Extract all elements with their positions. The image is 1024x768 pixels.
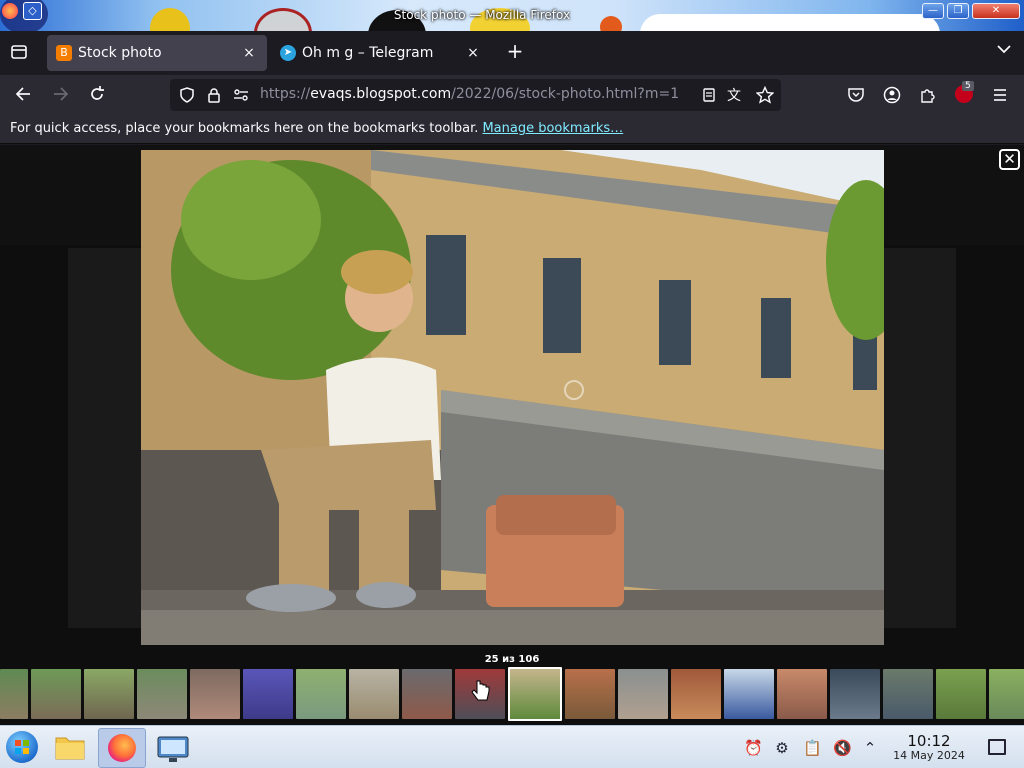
back-button[interactable] [12,85,34,105]
monitor-icon [157,736,189,762]
stock-photo-boy-on-bench [141,150,884,645]
network-icon[interactable]: ⚙ [773,739,791,757]
reader-view-icon[interactable] [701,87,717,103]
translate-icon[interactable]: 文 [727,85,741,105]
url-path: /2022/06/stock-photo.html?m=1 [451,86,680,102]
firefox-view-icon [11,45,27,59]
pocket-icon[interactable] [847,86,865,104]
reload-icon [91,86,104,100]
hamburger-menu-icon[interactable] [991,86,1009,104]
thumbnail[interactable] [830,669,880,719]
thumbnail[interactable] [671,669,721,719]
thumbnail[interactable] [296,669,346,719]
desktop-screen: ◇ Stock photo — Mozilla Firefox — ❐ ✕ B … [0,0,1024,768]
image-counter: 25 из 106 [484,654,540,665]
bookmark-star-icon[interactable] [756,86,774,104]
url-text[interactable]: https://evaqs.blogspot.com/2022/06/stock… [260,86,680,102]
close-tab-button[interactable]: × [239,43,259,63]
maximize-button[interactable]: ❐ [947,3,969,19]
page-content: ✕ 25 из 106 [0,145,1024,725]
close-tab-button[interactable]: × [463,43,483,63]
firefox-taskbar-button[interactable] [98,728,146,768]
navigation-toolbar: https://evaqs.blogspot.com/2022/06/stock… [0,75,1024,115]
thumbnail[interactable] [0,669,28,719]
thumbnail[interactable] [31,669,81,719]
volume-muted-icon[interactable]: 🔇 [833,739,852,757]
tab-telegram[interactable]: ➤ Oh m g – Telegram × [271,35,491,71]
extensions-puzzle-icon[interactable] [919,86,937,104]
extension-badge: 5 [962,81,974,91]
thumbnail[interactable] [618,669,668,719]
minimize-button[interactable]: — [922,3,944,19]
new-tab-button[interactable]: + [504,39,526,63]
url-bar[interactable]: https://evaqs.blogspot.com/2022/06/stock… [170,79,781,111]
clock-date[interactable]: 14 May 2024 [886,749,972,762]
thumbnail[interactable] [190,669,240,719]
thumbnail[interactable] [936,669,986,719]
bookmarks-hint: For quick access, place your bookmarks h… [10,121,623,136]
alarm-icon[interactable]: ⏰ [744,739,763,757]
tab-stock-photo[interactable]: B Stock photo × [47,35,267,71]
firefox-icon [108,734,136,762]
window-title: Stock photo — Mozilla Firefox [393,8,571,22]
forward-arrow-icon [54,87,69,101]
tracking-protection-shield-icon[interactable] [179,87,195,103]
thumbnail[interactable] [349,669,399,719]
clipboard-icon[interactable]: 📋 [803,739,822,757]
back-arrow-icon [15,87,30,101]
hand-cursor-icon [471,680,490,701]
thumbnail[interactable] [402,669,452,719]
thumbnail[interactable] [565,669,615,719]
lock-icon[interactable] [206,87,222,103]
thumbnail[interactable] [84,669,134,719]
lightbox-photo[interactable] [141,150,884,645]
clock-time[interactable]: 10:12 [890,732,968,750]
tab-strip: B Stock photo × ➤ Oh m g – Telegram × + [0,31,1024,75]
tab-label: Oh m g – Telegram [302,45,434,61]
remote-desktop-taskbar-button[interactable] [150,728,196,768]
tab-label: Stock photo [78,45,162,61]
url-host: evaqs.blogspot.com [310,86,452,102]
url-prefix: https:// [260,86,311,102]
telegram-icon: ➤ [280,45,296,61]
bookmarks-toolbar: For quick access, place your bookmarks h… [0,115,1024,144]
bookmarks-hint-text: For quick access, place your bookmarks h… [10,121,479,136]
chevron-down-icon [997,45,1011,54]
file-manager-taskbar-button[interactable] [47,728,93,768]
account-icon[interactable] [883,86,901,104]
list-all-tabs-button[interactable] [994,41,1014,61]
thumbnail[interactable] [989,669,1024,719]
thumbnail-strip [0,667,1024,723]
thumbnail[interactable] [724,669,774,719]
blogger-icon: B [56,45,72,61]
manage-bookmarks-link[interactable]: Manage bookmarks… [482,121,623,136]
forward-button[interactable] [50,85,72,105]
permissions-icon[interactable] [233,87,249,103]
taskbar: ⏰ ⚙ 📋 🔇 ⌃ 10:12 14 May 2024 [0,725,1024,768]
thumbnail-current[interactable] [508,667,562,721]
reload-button[interactable] [86,85,108,105]
start-menu-button[interactable] [6,731,38,763]
thumbnail[interactable] [883,669,933,719]
chevron-up-icon[interactable]: ⌃ [861,739,879,757]
window-title-bar: ◇ Stock photo — Mozilla Firefox — ❐ ✕ [0,0,1024,31]
windows-logo-icon [15,740,29,754]
firefox-view-button[interactable] [9,43,29,63]
close-window-button[interactable]: ✕ [972,3,1020,19]
thumbnail[interactable] [777,669,827,719]
close-lightbox-button[interactable]: ✕ [999,149,1020,170]
folder-icon [55,737,85,760]
thumbnail[interactable] [137,669,187,719]
show-desktop-button[interactable] [988,739,1006,755]
thumbnail[interactable] [243,669,293,719]
